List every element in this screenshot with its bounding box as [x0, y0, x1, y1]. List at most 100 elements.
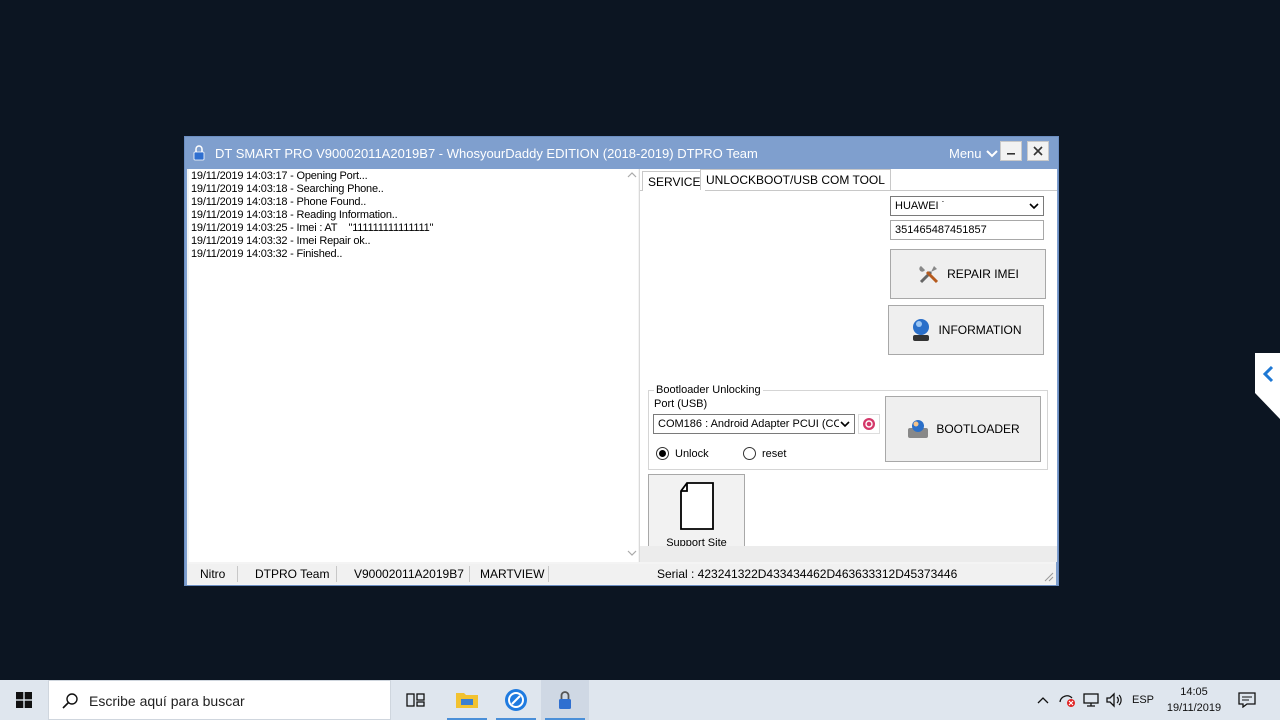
bootloader-group-label: Bootloader Unlocking [654, 384, 763, 396]
log-line: 19/11/2019 14:03:32 - Finished.. [191, 248, 343, 260]
chevron-down-icon [985, 149, 998, 157]
log-line: 19/11/2019 14:03:18 - Phone Found.. [191, 196, 367, 208]
menu-label: Menu [949, 146, 982, 161]
status-serial: Serial : 423241322D433434462D463633312D4… [657, 567, 958, 581]
radio-reset[interactable]: reset [743, 447, 786, 460]
port-select[interactable]: COM186 : Android Adapter PCUI (COM [653, 414, 855, 434]
tab-unlockboot[interactable]: UNLOCKBOOT/USB COM TOOL [700, 169, 891, 190]
radio-unlock-label: Unlock [675, 447, 709, 460]
log-line: 19/11/2019 14:03:32 - Imei Repair ok.. [191, 235, 371, 247]
scroll-up-arrow[interactable] [626, 171, 638, 181]
dt-smart-pro-taskbar-button[interactable] [541, 680, 589, 720]
notification-icon [1238, 692, 1256, 708]
clock-date: 19/11/2019 [1166, 702, 1222, 714]
title-bar[interactable]: DT SMART PRO V90002011A2019B7 - Whosyour… [185, 137, 1058, 169]
search-icon [62, 693, 78, 709]
taskbar-clock[interactable]: 14:05 19/11/2019 [1160, 684, 1228, 716]
tools-icon [919, 266, 939, 284]
port-label: Port (USB) [654, 398, 708, 410]
tool-panel: SERVICE UNLOCKBOOT/USB COM TOOL HUAWEI ˙… [639, 169, 1057, 562]
tray-security-button[interactable] [1056, 680, 1078, 720]
resize-grip-icon[interactable] [1042, 570, 1054, 582]
chevron-left-icon [1255, 353, 1280, 419]
remote-desktop-icon [505, 689, 527, 711]
log-line: 19/11/2019 14:03:18 - Reading Informatio… [191, 209, 398, 221]
notifications-button[interactable] [1234, 680, 1260, 720]
scroll-down-arrow[interactable] [626, 549, 638, 559]
status-device: Nitro [200, 567, 226, 581]
panel-footer [640, 546, 1057, 562]
radio-unlock-dot [656, 447, 669, 460]
tray-volume-button[interactable] [1103, 680, 1125, 720]
app-lock-icon [193, 145, 205, 161]
information-button[interactable]: INFORMATION [888, 305, 1044, 355]
radio-reset-dot [743, 447, 756, 460]
bootloader-button[interactable]: BOOTLOADER [885, 396, 1041, 462]
log-line: 19/11/2019 14:03:25 - Imei : AT "1111111… [191, 222, 434, 234]
log-lines: 19/11/2019 14:03:17 - Opening Port... 19… [191, 170, 433, 261]
brand-select[interactable]: HUAWEI ˙ [890, 196, 1044, 216]
side-panel-toggle[interactable] [1255, 353, 1280, 419]
clock-time: 14:05 [1180, 686, 1208, 698]
bootloader-device-icon [908, 420, 929, 438]
search-placeholder: Escribe aquí para buscar [89, 693, 245, 709]
windows-logo-icon [16, 692, 32, 708]
app-lock-icon [559, 691, 571, 709]
remote-app-button[interactable] [492, 680, 540, 720]
radio-reset-label: reset [762, 447, 787, 460]
app-window: DT SMART PRO V90002011A2019B7 - Whosyour… [184, 136, 1059, 586]
window-title: DT SMART PRO V90002011A2019B7 - Whosyour… [215, 146, 758, 161]
file-explorer-button[interactable] [443, 680, 491, 720]
tab-content: HUAWEI ˙ 351465487451857 REPAIR IMEI INF… [640, 191, 1057, 555]
repair-imei-button[interactable]: REPAIR IMEI [890, 249, 1046, 299]
close-button[interactable] [1027, 141, 1049, 161]
support-site-button[interactable]: Support Site [648, 474, 745, 555]
window-client: 19/11/2019 14:03:17 - Opening Port... 19… [187, 169, 1057, 585]
status-separator [548, 566, 549, 582]
folder-icon [456, 693, 478, 708]
chevron-down-icon [1029, 203, 1039, 210]
taskbar: Escribe aquí para buscar ESP 14:05 19/11… [0, 680, 1280, 720]
imei-field[interactable]: 351465487451857 [890, 220, 1044, 240]
status-bar: Nitro DTPRO Team V90002011A2019B7 MARTVI… [187, 564, 1056, 584]
taskbar-search-input[interactable]: Escribe aquí para buscar [48, 680, 391, 720]
network-error-icon [1059, 695, 1075, 707]
log-line: 19/11/2019 14:03:18 - Searching Phone.. [191, 183, 384, 195]
log-panel[interactable]: 19/11/2019 14:03:17 - Opening Port... 19… [189, 169, 638, 562]
bootloader-label: BOOTLOADER [936, 422, 1020, 436]
port-select-value: COM186 : Android Adapter PCUI (COM [658, 418, 852, 430]
network-icon [1083, 693, 1099, 707]
radio-unlock[interactable]: Unlock [656, 447, 709, 460]
refresh-port-button[interactable] [858, 414, 880, 434]
menu-button[interactable]: Menu [949, 146, 998, 161]
chevron-up-icon [627, 172, 637, 178]
status-separator [237, 566, 238, 582]
status-separator [469, 566, 470, 582]
status-version: V90002011A2019B7 [354, 567, 464, 581]
show-hidden-icons-button[interactable] [1034, 680, 1052, 720]
volume-icon [1106, 692, 1122, 708]
tab-service[interactable]: SERVICE [642, 171, 707, 191]
status-product: MARTVIEW [480, 567, 545, 581]
tray-network-button[interactable] [1080, 680, 1102, 720]
minimize-icon [1007, 153, 1015, 155]
start-button[interactable] [0, 680, 48, 720]
chevron-down-icon [839, 418, 851, 430]
close-icon [1033, 146, 1043, 156]
language-label: ESP [1131, 694, 1154, 706]
minimize-button[interactable] [1000, 141, 1022, 161]
tab-strip: SERVICE UNLOCKBOOT/USB COM TOOL [640, 169, 1057, 191]
refresh-icon [863, 418, 875, 430]
task-view-button[interactable] [392, 680, 440, 720]
info-person-icon [913, 319, 930, 341]
chevron-up-icon [1037, 697, 1049, 704]
document-icon [679, 481, 714, 530]
repair-imei-label: REPAIR IMEI [947, 267, 1019, 281]
task-view-icon [406, 693, 425, 707]
chevron-down-icon [627, 550, 637, 556]
language-indicator[interactable]: ESP [1128, 680, 1158, 720]
imei-value: 351465487451857 [895, 224, 987, 236]
brand-select-value: HUAWEI ˙ [895, 200, 946, 212]
status-separator [336, 566, 337, 582]
status-team: DTPRO Team [255, 567, 330, 581]
